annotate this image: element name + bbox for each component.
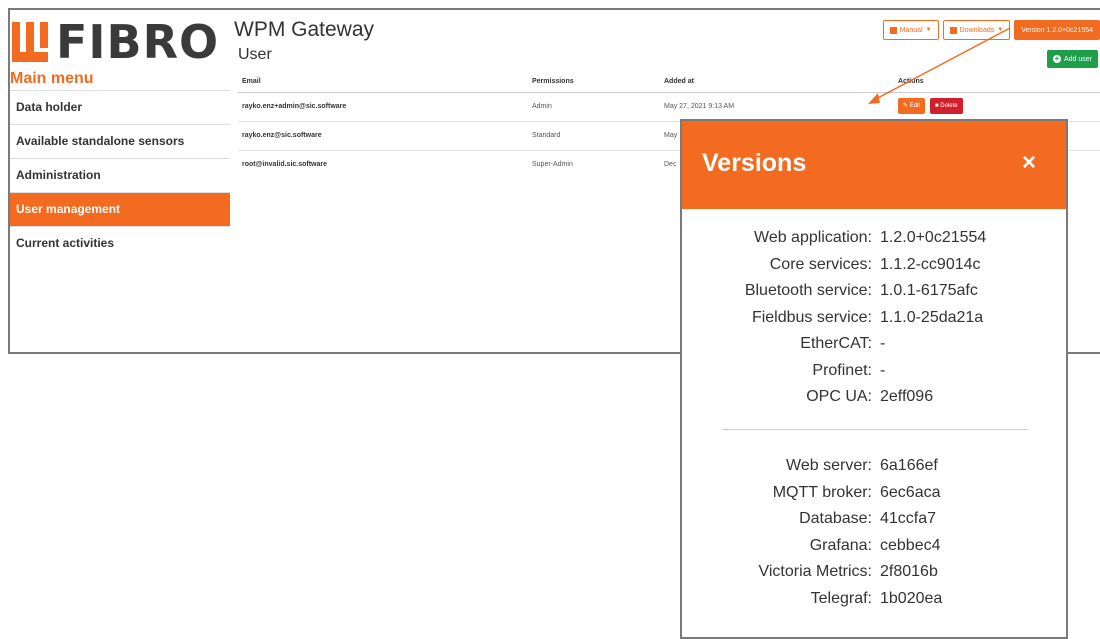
main-menu-heading: Main menu xyxy=(10,70,230,91)
version-value: 1.1.2-cc9014c xyxy=(880,255,981,273)
pencil-icon: ✎ xyxy=(903,103,909,110)
column-header-added-at[interactable]: Added at xyxy=(664,72,694,92)
dialog-title: Versions xyxy=(702,149,807,177)
sidebar-item-standalone-sensors[interactable]: Available standalone sensors xyxy=(10,125,230,159)
user-added-at: May 27, 2021 9:13 AM xyxy=(664,103,735,110)
version-label: Grafana: xyxy=(809,536,872,554)
versions-dialog: Versions × Web application: 1.2.0+0c21554… xyxy=(680,119,1068,639)
user-email: rayko.enz@sic.software xyxy=(242,132,322,139)
version-row: Database: 41ccfa7 xyxy=(682,506,1066,533)
add-user-label: Add user xyxy=(1063,55,1092,63)
column-header-actions: Actions xyxy=(898,78,924,85)
user-permission: Standard xyxy=(532,132,561,139)
downloads-button[interactable]: Downloads ▼ xyxy=(942,20,1011,40)
version-label: MQTT broker: xyxy=(772,483,872,501)
version-value: 2f8016b xyxy=(880,563,938,580)
user-permission: Admin xyxy=(532,103,552,110)
version-row: MQTT broker: 6ec6aca xyxy=(682,480,1066,507)
edit-label: Edit xyxy=(909,103,921,110)
version-value: 1.1.0-25da21a xyxy=(880,308,984,326)
divider xyxy=(722,429,1028,430)
version-row: Telegraf: 1b020ea xyxy=(682,586,1066,613)
version-button[interactable]: Version 1.2.0+0c21554 xyxy=(1014,20,1100,40)
app-title: WPM Gateway xyxy=(234,18,375,41)
version-value: 1.2.0+0c21554 xyxy=(880,229,987,246)
column-header-permissions[interactable]: Permissions xyxy=(532,72,574,92)
user-email: root@invalid.sic.software xyxy=(242,161,328,168)
edit-button[interactable]: ✎ Edit xyxy=(898,98,926,115)
version-label: EtherCAT: xyxy=(800,335,872,352)
version-label: Version 1.2.0+0c21554 xyxy=(1021,26,1093,34)
version-value: cebbec4 xyxy=(880,536,941,554)
column-header-email[interactable]: Email xyxy=(242,72,261,92)
table-row: rayko.enz+admin@sic.software Admin May 2… xyxy=(238,93,1100,122)
user-added-at: May xyxy=(664,132,678,139)
version-value: - xyxy=(880,361,886,379)
delete-label: Delete xyxy=(940,103,958,110)
version-row: Fieldbus service: 1.1.0-25da21a xyxy=(682,305,1066,332)
table-header: Email Permissions Added at Actions xyxy=(238,72,1100,93)
page-title: User xyxy=(238,46,272,63)
version-list-services: Web application: 1.2.0+0c21554 Core servi… xyxy=(682,225,1066,411)
close-icon[interactable]: × xyxy=(1022,151,1036,175)
dialog-header: Versions × xyxy=(682,121,1066,209)
version-label: Profinet: xyxy=(812,361,872,379)
version-value: 6ec6aca xyxy=(880,483,941,501)
version-label: Telegraf: xyxy=(810,589,872,607)
version-row: Grafana: cebbec4 xyxy=(682,533,1066,560)
caret-down-icon: ▼ xyxy=(997,27,1004,33)
version-value: 2eff096 xyxy=(880,388,934,405)
row-actions: ✎ Edit ■ Delete xyxy=(898,93,966,121)
user-permission: Super-Admin xyxy=(532,161,573,168)
version-value: 1b020ea xyxy=(880,589,943,607)
delete-button[interactable]: ■ Delete xyxy=(930,98,963,115)
fibro-logo-mark-icon xyxy=(12,22,52,62)
add-user-button[interactable]: + Add user xyxy=(1046,50,1098,68)
caret-down-icon: ▼ xyxy=(925,27,932,33)
version-row: EtherCAT: - xyxy=(682,331,1066,358)
version-label: Bluetooth service: xyxy=(744,282,872,299)
version-row: Web server: 6a166ef xyxy=(682,453,1066,480)
download-icon xyxy=(949,26,957,34)
version-label: Victoria Metrics: xyxy=(758,563,872,580)
user-added-at: Dec xyxy=(664,161,677,168)
plus-circle-icon: + xyxy=(1052,54,1061,63)
sidebar-item-administration[interactable]: Administration xyxy=(10,159,230,193)
logo-text: FIBRO xyxy=(56,15,220,69)
version-label: Database: xyxy=(799,510,872,527)
sidebar-item-user-management[interactable]: User management xyxy=(10,193,230,227)
version-row: Victoria Metrics: 2f8016b xyxy=(682,559,1066,586)
version-row: Web application: 1.2.0+0c21554 xyxy=(682,225,1066,252)
top-toolbar: Manual ▼ Downloads ▼ Version 1.2.0+0c215… xyxy=(882,20,1100,40)
fibro-logo: FIBRO xyxy=(12,14,228,70)
user-email: rayko.enz+admin@sic.software xyxy=(242,103,347,110)
version-label: OPC UA: xyxy=(806,388,872,405)
manual-label: Manual xyxy=(899,26,923,34)
book-icon xyxy=(889,26,897,34)
downloads-label: Downloads xyxy=(959,26,995,34)
version-label: Fieldbus service: xyxy=(751,308,872,326)
version-value: - xyxy=(880,335,886,352)
version-label: Core services: xyxy=(769,255,872,273)
version-row: Core services: 1.1.2-cc9014c xyxy=(682,252,1066,279)
version-label: Web application: xyxy=(754,229,872,246)
trash-icon: ■ xyxy=(935,103,939,110)
version-row: OPC UA: 2eff096 xyxy=(682,384,1066,411)
sidebar-item-current-activities[interactable]: Current activities xyxy=(10,227,230,260)
version-label: Web server: xyxy=(786,457,872,474)
version-value: 6a166ef xyxy=(880,457,938,474)
version-value: 41ccfa7 xyxy=(880,510,937,527)
version-row: Bluetooth service: 1.0.1-6175afc xyxy=(682,278,1066,305)
manual-button[interactable]: Manual ▼ xyxy=(882,20,939,40)
version-list-components: Web server: 6a166ef MQTT broker: 6ec6aca D… xyxy=(682,453,1066,612)
version-value: 1.0.1-6175afc xyxy=(880,282,978,299)
sidebar: Main menu Data holder Available standalo… xyxy=(10,70,230,260)
sidebar-item-data-holder[interactable]: Data holder xyxy=(10,91,230,125)
version-row: Profinet: - xyxy=(682,358,1066,385)
